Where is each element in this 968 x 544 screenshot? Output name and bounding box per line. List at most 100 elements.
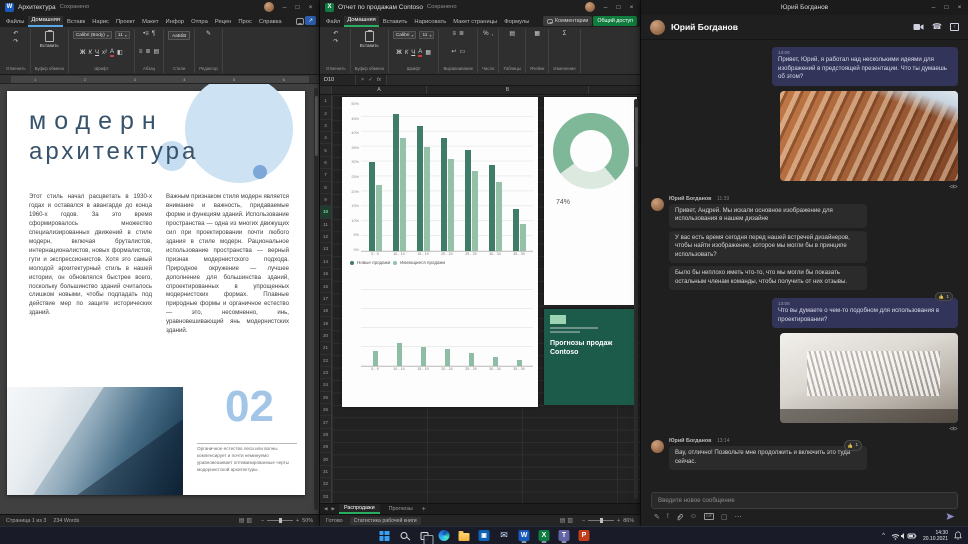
notification-bell-icon[interactable] [954, 531, 962, 540]
borders-button[interactable]: ▦ [425, 50, 431, 56]
italic-button[interactable]: К [88, 50, 92, 56]
taskbar-file-explorer[interactable] [458, 529, 471, 543]
row-header[interactable]: 10 [320, 206, 331, 218]
send-icon[interactable] [946, 512, 955, 521]
zoom-in-icon[interactable]: + [617, 518, 620, 524]
align-left-button[interactable]: ≡ [139, 49, 143, 55]
redo-icon[interactable]: ↷ [333, 39, 338, 45]
excel-account-avatar[interactable] [585, 2, 595, 12]
screen-share-icon[interactable]: ↑ [950, 23, 959, 31]
workbook-statistics-button[interactable]: Статистика рабочей книги [350, 517, 421, 525]
excel-maximize-button[interactable]: □ [612, 1, 625, 14]
audio-call-icon[interactable]: ☎ [932, 23, 942, 31]
word-tab-review[interactable]: Рецен [212, 18, 235, 27]
row-header[interactable]: 27 [320, 416, 331, 428]
row-header[interactable]: 20 [320, 330, 331, 342]
start-button[interactable] [378, 529, 391, 543]
excel-tab-formulas[interactable]: Формулы [501, 18, 532, 27]
taskbar-powerpoint[interactable]: P [578, 529, 591, 543]
underline-button[interactable]: Ч [411, 50, 415, 56]
word-tab-view[interactable]: Прос [235, 18, 255, 27]
taskbar-search-button[interactable] [398, 529, 411, 543]
align-middle-icon[interactable]: ≣ [459, 31, 464, 37]
taskbar-clock[interactable]: 14:30 20.10.2021 [923, 530, 948, 542]
more-options-icon[interactable]: ⋯ [735, 513, 742, 521]
word-comments-icon[interactable] [296, 18, 304, 25]
zoom-out-icon[interactable]: – [261, 518, 264, 524]
row-header[interactable]: 17 [320, 293, 331, 305]
row-header[interactable]: 23 [320, 367, 331, 379]
align-top-icon[interactable]: ≡ [452, 31, 456, 37]
word-tab-mailings[interactable]: Отпра [188, 18, 211, 27]
excel-titlebar[interactable]: X Отчет по продажам Contoso Сохранено – … [320, 0, 640, 14]
bullets-button[interactable]: •≡ [143, 31, 149, 37]
message-image-model[interactable] [780, 333, 958, 423]
word-word-count[interactable]: 234 Words [53, 518, 79, 524]
word-tab-home[interactable]: Домашняя [28, 16, 63, 27]
undo-icon[interactable]: ↶ [13, 31, 18, 37]
row-header[interactable]: 24 [320, 379, 331, 391]
message-sent[interactable]: 1 13:06 Что вы думаете о чем-то подобном… [772, 298, 958, 328]
word-view-switcher-icons[interactable]: ▤▥ [239, 517, 254, 524]
sticker-icon[interactable]: ▢ [721, 513, 728, 521]
excel-close-button[interactable]: × [625, 1, 638, 14]
zoom-in-icon[interactable]: + [296, 518, 299, 524]
word-scrollbar-thumb[interactable] [315, 96, 318, 156]
chat-thread[interactable]: 13:06 Привет, Юрий, я работал над нескол… [641, 40, 968, 489]
row-header[interactable]: 32 [320, 478, 331, 490]
message-received[interactable]: Привет, Андрей. Мы искали основное изобр… [669, 204, 867, 228]
taskbar-teams[interactable]: T [558, 529, 571, 543]
numbering-button[interactable]: ¶ [152, 31, 155, 37]
highlight-button[interactable]: ◧ [117, 50, 123, 56]
insert-function-icon[interactable]: fx [377, 77, 381, 83]
contact-avatar[interactable] [650, 20, 665, 35]
excel-tab-file[interactable]: Файл [323, 18, 343, 27]
excel-view-switcher-icons[interactable]: ▤▥ [560, 517, 575, 524]
editor-icon[interactable]: ✎ [206, 31, 211, 37]
word-zoom-control[interactable]: – + 50% [261, 518, 313, 524]
excel-share-button[interactable]: Общий доступ [593, 16, 637, 26]
word-maximize-button[interactable]: □ [291, 1, 304, 14]
row-header[interactable]: 4 [320, 132, 331, 144]
row-header[interactable]: 1 [320, 95, 331, 107]
column-header-b[interactable]: B [427, 86, 589, 94]
word-tab-references[interactable]: Инфор [162, 18, 187, 27]
taskbar-edge[interactable] [438, 529, 451, 543]
row-header[interactable]: 8 [320, 182, 331, 194]
row-header[interactable]: 5 [320, 144, 331, 156]
bar-chart[interactable]: 50%45%40%35%30%25%20%15%10%5%0% 5 - 910 … [342, 97, 538, 407]
row-header[interactable]: 29 [320, 441, 331, 453]
word-tab-layout[interactable]: Макет [139, 18, 161, 27]
excel-zoom-slider[interactable] [588, 520, 614, 521]
align-center-button[interactable]: ≣ [145, 49, 150, 55]
excel-zoom-control[interactable]: – + 86% [582, 518, 634, 524]
sheet-tab-forecasts[interactable]: Прогнозы [384, 505, 418, 513]
task-view-button[interactable] [418, 529, 431, 543]
format-as-table-icon[interactable]: ▤ [509, 31, 515, 37]
row-header[interactable]: 14 [320, 256, 331, 268]
message-sent[interactable]: 13:06 Привет, Юрий, я работал над нескол… [772, 47, 958, 86]
row-header[interactable]: 28 [320, 429, 331, 441]
row-header[interactable]: 25 [320, 392, 331, 404]
sheet-tab-sales[interactable]: Распродажи [339, 504, 380, 514]
add-sheet-icon[interactable]: + [422, 506, 426, 513]
excel-tab-page-layout[interactable]: Макет страницы [450, 18, 500, 27]
percent-style-button[interactable]: % [483, 31, 488, 37]
formula-input[interactable] [387, 75, 640, 85]
word-ruler[interactable]: 123456 [0, 75, 319, 84]
message-received[interactable]: Было бы неплохо иметь что-то, что мы мог… [669, 266, 867, 290]
row-header[interactable]: 19 [320, 317, 331, 329]
excel-tab-insert[interactable]: Вставить [380, 18, 411, 27]
subscript-button[interactable]: x² [102, 50, 107, 56]
zoom-out-icon[interactable]: – [582, 518, 585, 524]
word-titlebar[interactable]: W Архитектура Сохранено – □ × [0, 0, 319, 14]
message-compose-box[interactable] [651, 492, 958, 509]
font-color-button[interactable]: А [110, 49, 114, 57]
excel-save-status[interactable]: Сохранено [427, 4, 457, 10]
delivery-options-icon[interactable]: ! [667, 513, 669, 520]
excel-scrollbar-thumb[interactable] [635, 107, 638, 167]
message-input[interactable] [658, 497, 951, 504]
word-tab-file[interactable]: Файлы [3, 18, 27, 27]
word-zoom-level[interactable]: 50% [302, 518, 313, 524]
word-share-button[interactable]: ↗ [305, 16, 316, 25]
